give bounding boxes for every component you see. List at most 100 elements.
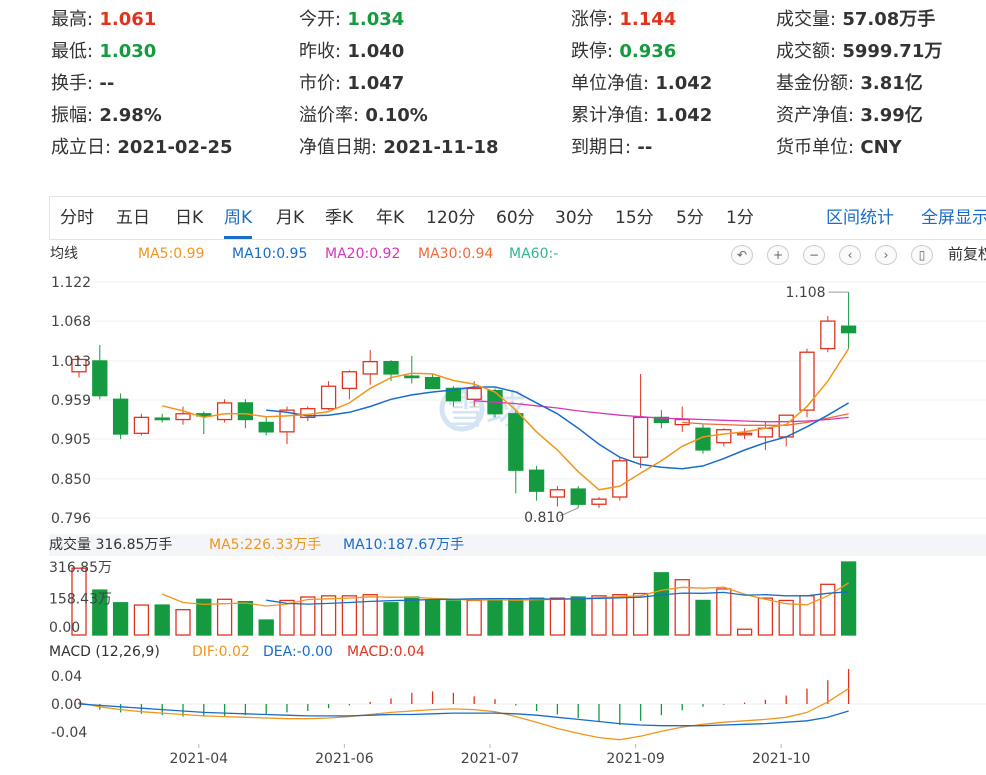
volume-bar (300, 596, 316, 636)
price-tick-label: 1.068 (51, 314, 91, 330)
candle (612, 457, 628, 501)
candle (258, 417, 274, 436)
volume-bar (404, 596, 420, 636)
candle (216, 399, 233, 423)
candle (341, 370, 358, 400)
volume-bar (695, 599, 711, 636)
candle (632, 373, 649, 469)
x-tick-label: 2021-06 (315, 751, 374, 767)
candle-body (820, 320, 836, 350)
volume-bar (570, 596, 586, 636)
volume-bar (487, 599, 503, 636)
candle (591, 497, 607, 508)
volume-bar (258, 619, 274, 636)
candle (528, 465, 545, 501)
volume-bar (799, 595, 815, 636)
candle (154, 413, 170, 423)
price-tick-label: 0.796 (51, 511, 91, 527)
volume-bar (716, 588, 732, 636)
candle-body (840, 325, 857, 334)
candle-body (591, 498, 607, 505)
price-tick-label: 1.013 (51, 354, 91, 370)
candle-body (112, 398, 129, 435)
candle-body (716, 429, 732, 444)
volume-bar (175, 609, 191, 636)
volume-tick-label: 316.85万 (49, 560, 112, 576)
price-tick-label: 0.905 (51, 432, 91, 448)
candle-body (362, 360, 378, 375)
candle (840, 292, 857, 349)
candle-body (320, 385, 337, 410)
volume-bar (112, 602, 129, 636)
volume-bar (133, 604, 150, 636)
candle (570, 486, 586, 508)
candle-body (404, 375, 420, 379)
macd-tick-label: 0.04 (51, 669, 82, 685)
candle (549, 486, 566, 507)
volume-bar (840, 561, 857, 636)
volume-bar (549, 597, 566, 636)
volume-bar (466, 599, 482, 636)
macd-tick-label: -0.04 (51, 725, 87, 741)
candle-body (549, 489, 566, 498)
volume-bar (216, 598, 233, 636)
candle-body (612, 460, 628, 498)
max-price-label: 1.108 (786, 285, 826, 301)
candle-body (424, 376, 441, 390)
volume-bar (653, 572, 670, 636)
candle-body (258, 421, 274, 433)
candle-body (154, 417, 170, 421)
volume-bar (383, 602, 399, 636)
volume-bar (612, 594, 628, 636)
candle (508, 410, 524, 494)
candle-body (133, 416, 150, 434)
candle (653, 410, 670, 429)
candle-body (632, 416, 649, 458)
candle-body (237, 402, 254, 421)
volume-bar (508, 598, 524, 636)
volume-bar (757, 597, 774, 636)
candle (404, 355, 420, 384)
candle-body (736, 432, 753, 436)
volume-bar (736, 628, 753, 636)
volume-bar (591, 595, 607, 636)
volume-tick-label: 0.00 (49, 620, 80, 636)
volume-bar (154, 604, 170, 636)
candle-body (466, 387, 482, 400)
volume-bar (320, 595, 337, 636)
candle-body (216, 402, 233, 421)
candle-body (92, 360, 108, 397)
candle (716, 428, 732, 447)
candle-body (383, 360, 399, 375)
price-tick-label: 0.959 (51, 393, 91, 409)
candle-body (674, 418, 690, 426)
price-tick-label: 0.850 (51, 472, 91, 488)
candle-body (341, 371, 358, 390)
candle (362, 350, 378, 385)
candle (92, 344, 108, 400)
candle-body (528, 469, 545, 492)
volume-bar (279, 599, 295, 636)
candle (196, 411, 212, 435)
min-price-label: 0.810 (524, 510, 564, 526)
volume-bar (820, 583, 836, 636)
candle (112, 393, 129, 440)
x-tick-label: 2021-07 (461, 751, 520, 767)
candle (820, 316, 836, 353)
volume-bar (237, 600, 254, 636)
volume-bar (778, 599, 794, 636)
macd-dif-line (78, 688, 849, 741)
macd-tick-label: 0.00 (51, 697, 82, 713)
volume-bar (632, 592, 649, 636)
x-tick-label: 2021-04 (170, 751, 229, 767)
volume-tick-label: 158.43万 (49, 592, 112, 608)
volume-bar (528, 597, 545, 636)
kline-chart[interactable]: 雪球1.1221.0681.0130.9590.9050.8500.7961.1… (0, 0, 986, 775)
x-tick-label: 2021-09 (606, 751, 665, 767)
volume-bar (445, 600, 462, 636)
price-tick-label: 1.122 (51, 275, 91, 291)
candle-body (570, 488, 586, 505)
volume-bar (424, 599, 441, 636)
candle (133, 413, 150, 436)
candle (736, 428, 753, 440)
